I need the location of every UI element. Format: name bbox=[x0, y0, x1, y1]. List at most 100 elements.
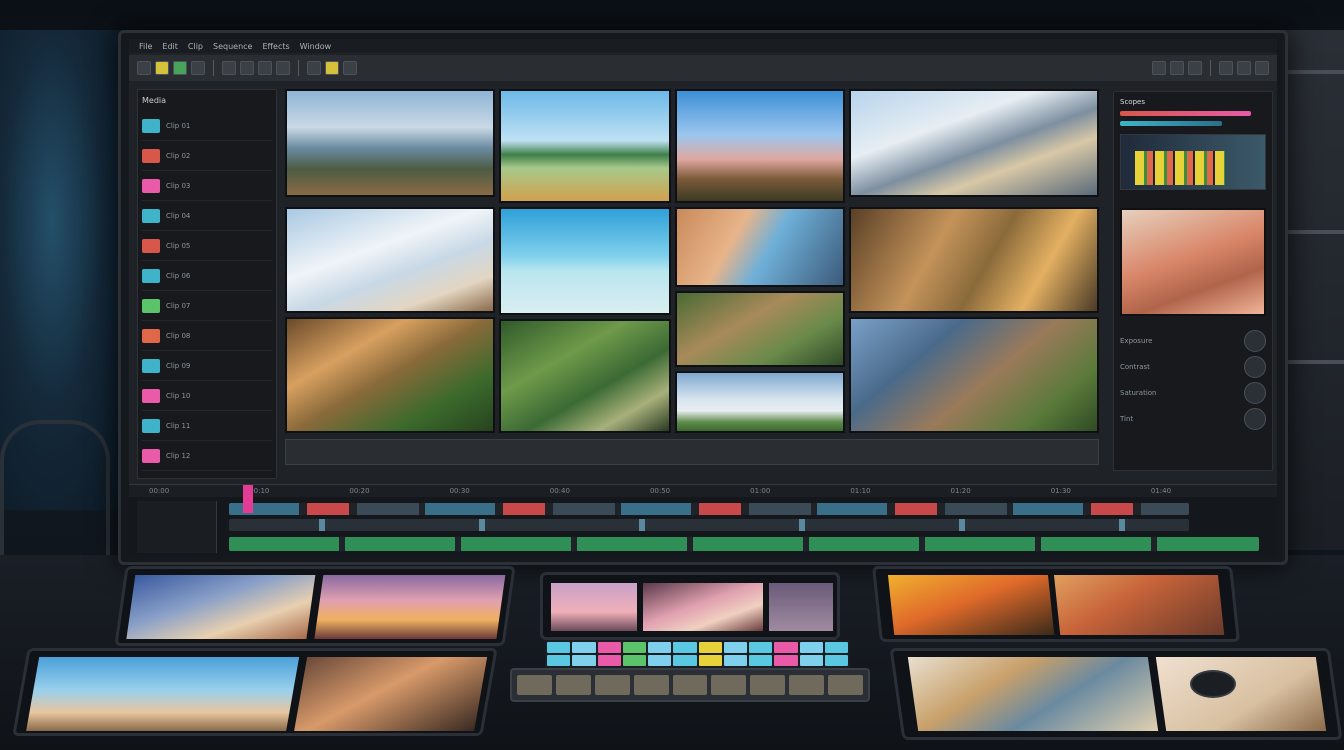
control-pad[interactable] bbox=[648, 642, 672, 653]
tint-knob[interactable] bbox=[1244, 408, 1266, 430]
control-pad[interactable] bbox=[799, 655, 823, 666]
snap-button[interactable] bbox=[325, 61, 339, 75]
list-item[interactable]: Clip 07 bbox=[142, 291, 272, 321]
grid-view-button[interactable] bbox=[1237, 61, 1251, 75]
media-tile[interactable] bbox=[675, 291, 845, 367]
media-tile[interactable] bbox=[285, 89, 495, 197]
keyboard[interactable] bbox=[510, 668, 870, 702]
keyboard-key[interactable] bbox=[633, 675, 669, 695]
control-pad[interactable] bbox=[622, 655, 646, 666]
media-tile[interactable] bbox=[675, 371, 845, 433]
clip-label: Clip 11 bbox=[166, 421, 191, 430]
exposure-knob[interactable] bbox=[1244, 330, 1266, 352]
menu-item-effects[interactable]: Effects bbox=[262, 42, 289, 51]
keyboard-key[interactable] bbox=[672, 675, 708, 695]
keyboard-key[interactable] bbox=[789, 675, 825, 695]
control-pad[interactable] bbox=[597, 642, 621, 653]
control-pad[interactable] bbox=[824, 642, 848, 653]
trim-tool-button[interactable] bbox=[222, 61, 236, 75]
media-tile[interactable] bbox=[499, 319, 671, 433]
keyboard-key[interactable] bbox=[828, 675, 864, 695]
keyboard-key[interactable] bbox=[555, 675, 591, 695]
control-pad[interactable] bbox=[572, 655, 596, 666]
control-pad[interactable] bbox=[698, 642, 722, 653]
media-tile[interactable] bbox=[499, 207, 671, 315]
keyboard-key[interactable] bbox=[594, 675, 630, 695]
list-item[interactable]: Clip 08 bbox=[142, 321, 272, 351]
select-tool-button[interactable] bbox=[137, 61, 151, 75]
control-pad[interactable] bbox=[824, 655, 848, 666]
list-item[interactable]: Clip 09 bbox=[142, 351, 272, 381]
reference-tablet bbox=[12, 648, 498, 736]
zoom-tool-button[interactable] bbox=[258, 61, 272, 75]
control-pad[interactable] bbox=[572, 642, 596, 653]
media-tile[interactable] bbox=[285, 317, 495, 433]
fullscreen-button[interactable] bbox=[1255, 61, 1269, 75]
list-item[interactable]: Clip 04 bbox=[142, 201, 272, 231]
list-item[interactable]: Clip 01 bbox=[142, 111, 272, 141]
stop-button[interactable] bbox=[1170, 61, 1184, 75]
control-pad-grid[interactable] bbox=[545, 640, 850, 668]
cut-tool-button[interactable] bbox=[191, 61, 205, 75]
control-pad[interactable] bbox=[547, 655, 571, 666]
media-tile[interactable] bbox=[675, 207, 845, 287]
control-pad[interactable] bbox=[673, 642, 697, 653]
control-pad[interactable] bbox=[622, 642, 646, 653]
media-tile[interactable] bbox=[849, 89, 1099, 197]
mouse[interactable] bbox=[1190, 670, 1236, 698]
control-pad[interactable] bbox=[723, 655, 747, 666]
slip-tool-button[interactable] bbox=[240, 61, 254, 75]
reference-tablet bbox=[114, 566, 516, 646]
audio-track[interactable] bbox=[229, 537, 1259, 551]
marker-button[interactable] bbox=[307, 61, 321, 75]
video-track-2[interactable] bbox=[229, 519, 1189, 531]
list-item[interactable]: Clip 11 bbox=[142, 411, 272, 441]
link-button[interactable] bbox=[343, 61, 357, 75]
keyboard-key[interactable] bbox=[750, 675, 786, 695]
control-pad[interactable] bbox=[698, 655, 722, 666]
contrast-knob[interactable] bbox=[1244, 356, 1266, 378]
control-pad[interactable] bbox=[774, 655, 798, 666]
control-pad[interactable] bbox=[749, 642, 773, 653]
playhead[interactable] bbox=[243, 485, 253, 513]
control-pad[interactable] bbox=[547, 642, 571, 653]
highlight-tool-button[interactable] bbox=[155, 61, 169, 75]
list-item[interactable]: Clip 02 bbox=[142, 141, 272, 171]
media-tile[interactable] bbox=[849, 207, 1099, 313]
adjustment-row: Tint bbox=[1120, 408, 1266, 430]
list-item[interactable]: Clip 06 bbox=[142, 261, 272, 291]
list-item[interactable]: Clip 10 bbox=[142, 381, 272, 411]
control-pad[interactable] bbox=[597, 655, 621, 666]
hand-tool-button[interactable] bbox=[276, 61, 290, 75]
video-track[interactable] bbox=[229, 503, 1189, 515]
list-item[interactable]: Clip 05 bbox=[142, 231, 272, 261]
control-pad[interactable] bbox=[799, 642, 823, 653]
list-item[interactable]: Clip 12 bbox=[142, 441, 272, 471]
adjustment-label: Tint bbox=[1120, 415, 1134, 423]
menu-item-clip[interactable]: Clip bbox=[188, 42, 203, 51]
control-pad[interactable] bbox=[723, 642, 747, 653]
media-tile[interactable] bbox=[849, 317, 1099, 433]
menu-item-file[interactable]: File bbox=[139, 42, 152, 51]
media-tile[interactable] bbox=[285, 207, 495, 313]
media-tile[interactable] bbox=[499, 89, 671, 203]
control-pad[interactable] bbox=[648, 655, 672, 666]
media-tile[interactable] bbox=[675, 89, 845, 203]
saturation-knob[interactable] bbox=[1244, 382, 1266, 404]
control-pad[interactable] bbox=[673, 655, 697, 666]
control-pad[interactable] bbox=[774, 642, 798, 653]
keyboard-key[interactable] bbox=[517, 675, 552, 695]
green-tool-button[interactable] bbox=[173, 61, 187, 75]
list-item[interactable]: Clip 03 bbox=[142, 171, 272, 201]
menu-item-sequence[interactable]: Sequence bbox=[213, 42, 252, 51]
preview-monitor[interactable] bbox=[1120, 208, 1266, 316]
loop-button[interactable] bbox=[1188, 61, 1202, 75]
menu-item-window[interactable]: Window bbox=[300, 42, 332, 51]
control-pad[interactable] bbox=[749, 655, 773, 666]
play-button[interactable] bbox=[1152, 61, 1166, 75]
keyboard-key[interactable] bbox=[711, 675, 747, 695]
settings-button[interactable] bbox=[1219, 61, 1233, 75]
timeline-ruler[interactable]: 00:00 00:10 00:20 00:30 00:40 00:50 01:00 01:10… bbox=[129, 485, 1277, 497]
tablet-image bbox=[1053, 575, 1225, 635]
menu-item-edit[interactable]: Edit bbox=[162, 42, 178, 51]
